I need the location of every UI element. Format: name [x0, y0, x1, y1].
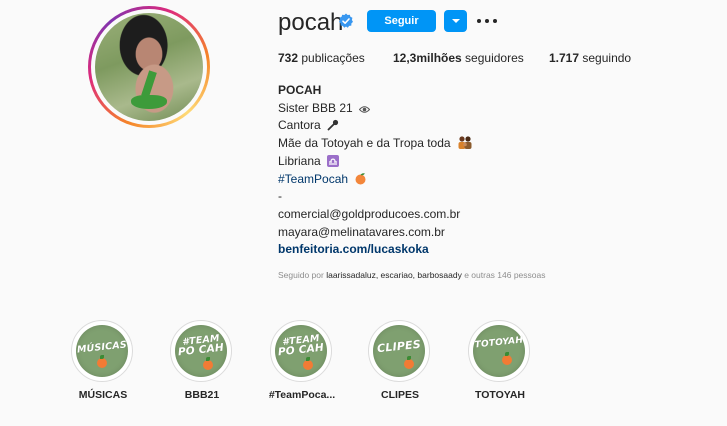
highlight-ring: TOTOYAH	[468, 320, 530, 382]
peach-icon	[502, 352, 512, 365]
avatar-border	[91, 9, 207, 125]
avatar-photo	[95, 13, 203, 121]
bio-text: Mãe da Totoyah e da Tropa toda	[278, 136, 451, 151]
followers-count-value: 12,3milhões	[393, 51, 462, 65]
bio-line: Sister BBB 21	[278, 100, 473, 118]
story-highlight[interactable]: TOTOYAH TOTOYAH	[465, 318, 535, 401]
following-link[interactable]: 1.717 seguindo	[549, 51, 631, 65]
hashtag-link[interactable]: #TeamPocah	[278, 172, 348, 186]
suggestions-dropdown-button[interactable]	[444, 10, 467, 32]
following-label: seguindo	[582, 51, 632, 65]
highlight-cover-text: MÚSICAS	[76, 339, 128, 356]
profile-username: pocah	[278, 9, 344, 36]
dot	[477, 19, 481, 23]
followed-by-users: laarissadaluz, escariao, barbosaady	[326, 270, 462, 280]
verified-badge-icon	[339, 13, 353, 28]
followers-label: seguidores	[465, 51, 524, 65]
avatar-detail	[141, 70, 157, 98]
highlight-ring: #TEAM PO CAH	[270, 320, 332, 382]
following-count-value: 1.717	[549, 51, 580, 65]
highlight-cover: CLIPES	[373, 325, 425, 377]
highlight-label: CLIPES	[381, 389, 419, 401]
bio-line: Libriana	[278, 153, 473, 171]
highlight-ring: CLIPES	[368, 320, 430, 382]
followed-by-prefix: Seguido por	[278, 270, 324, 280]
highlight-label: MÚSICAS	[78, 389, 128, 401]
highlight-cover: MÚSICAS	[76, 325, 128, 377]
highlight-label: TOTOYAH	[475, 389, 525, 401]
story-highlight[interactable]: CLIPES CLIPES	[365, 318, 435, 401]
followers-link[interactable]: 12,3milhões seguidores	[393, 51, 524, 65]
more-options-icon[interactable]	[476, 11, 498, 31]
highlight-cover-text: PO CAH	[277, 341, 325, 359]
peach-icon	[303, 357, 313, 370]
posts-count-label: publicações	[301, 51, 365, 65]
dot	[485, 19, 489, 23]
bio-email: mayara@melinatavares.com.br	[278, 224, 445, 239]
dot	[493, 19, 497, 23]
avatar-detail	[131, 95, 167, 109]
followed-by-text[interactable]: Seguido por laarissadaluz, escariao, bar…	[278, 270, 545, 280]
posts-count-value: 732	[278, 51, 299, 65]
peach-icon	[203, 357, 213, 370]
peach-icon	[97, 355, 107, 368]
bio-line: Cantora	[278, 117, 473, 135]
bio-line: Mãe da Totoyah e da Tropa toda	[278, 135, 473, 153]
highlight-label: BBB21	[184, 389, 220, 401]
highlight-cover: #TEAM PO CAH	[175, 325, 227, 377]
highlight-ring: MÚSICAS	[71, 320, 133, 382]
bio-text: Libriana	[278, 153, 321, 168]
followed-by-suffix: e outras 146 pessoas	[464, 270, 546, 280]
peach-icon	[355, 172, 366, 185]
bio-website-link[interactable]: benfeitoria.com/lucaskoka	[278, 241, 473, 259]
highlight-ring: #TEAM PO CAH	[170, 320, 232, 382]
chevron-down-icon	[452, 19, 460, 23]
bio-line: -	[278, 189, 282, 204]
highlight-cover-text: CLIPES	[376, 337, 422, 356]
posts-count: 732 publicações	[278, 51, 365, 65]
highlight-cover: TOTOYAH	[473, 325, 525, 377]
follow-button[interactable]: Seguir	[367, 10, 436, 32]
highlight-label: #TeamPoca...	[268, 389, 336, 401]
highlight-cover-text: PO CAH	[177, 341, 225, 359]
bio-email: comercial@goldproducoes.com.br	[278, 206, 461, 221]
microphone-icon	[327, 120, 339, 131]
bio-text: Sister BBB 21	[278, 100, 353, 115]
eye-icon	[359, 105, 371, 113]
profile-avatar[interactable]	[88, 6, 210, 128]
bio-text: Cantora	[278, 118, 321, 133]
profile-bio: POCAH Sister BBB 21 Cantora Mãe da Totoy…	[278, 82, 473, 259]
peach-icon	[404, 356, 414, 369]
highlight-cover-text: TOTOYAH	[474, 335, 524, 351]
family-icon	[458, 136, 472, 150]
highlight-cover: #TEAM PO CAH	[275, 325, 327, 377]
profile-full-name: POCAH	[278, 83, 322, 97]
story-highlight[interactable]: #TEAM PO CAH BBB21	[167, 318, 237, 401]
libra-icon	[327, 154, 340, 167]
bio-line: #TeamPocah	[278, 171, 473, 189]
story-highlight[interactable]: #TEAM PO CAH #TeamPoca...	[267, 318, 337, 401]
story-highlight[interactable]: MÚSICAS MÚSICAS	[68, 318, 138, 401]
